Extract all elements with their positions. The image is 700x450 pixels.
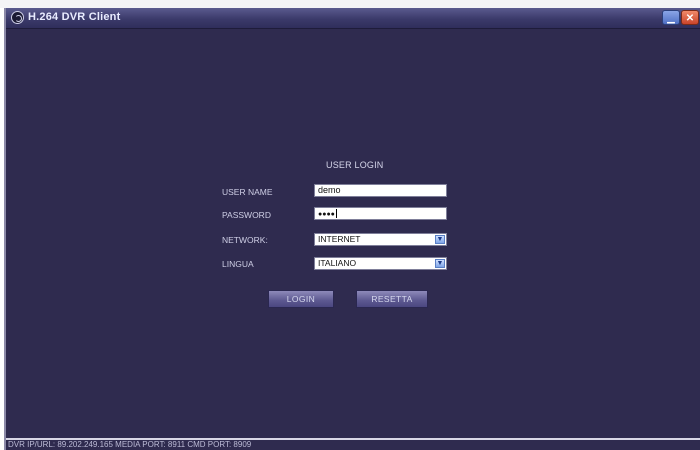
password-input[interactable]: ●●●●: [314, 207, 447, 220]
title-bar[interactable]: H.264 DVR Client ▁ ✕: [6, 8, 700, 29]
login-title: USER LOGIN: [326, 160, 384, 170]
network-select[interactable]: INTERNET ▼: [314, 233, 447, 246]
close-button[interactable]: ✕: [681, 10, 699, 25]
minimize-button[interactable]: ▁: [662, 10, 680, 25]
username-value: demo: [318, 185, 341, 195]
username-input[interactable]: demo: [314, 184, 447, 197]
reset-button[interactable]: RESETTA: [356, 290, 428, 308]
language-select[interactable]: ITALIANO ▼: [314, 257, 447, 270]
language-label: LINGUA: [222, 259, 254, 269]
network-value: INTERNET: [318, 234, 361, 244]
text-caret: [335, 209, 337, 219]
chevron-down-icon[interactable]: ▼: [435, 235, 445, 244]
login-button[interactable]: LOGIN: [268, 290, 334, 308]
password-label: PASSWORD: [222, 210, 271, 220]
network-label: NETWORK:: [222, 235, 268, 245]
status-bar: DVR IP/URL: 89.202.249.165 MEDIA PORT: 8…: [6, 440, 700, 450]
chevron-down-icon[interactable]: ▼: [435, 259, 445, 268]
minimize-icon: ▁: [667, 13, 675, 24]
close-icon: ✕: [685, 13, 695, 24]
desktop-top-strip: [0, 0, 700, 8]
password-mask: ●●●●: [318, 211, 335, 218]
username-label: USER NAME: [222, 187, 273, 197]
language-value: ITALIANO: [318, 258, 357, 268]
app-logo-icon: [11, 11, 24, 24]
dvr-client-window: H.264 DVR Client ▁ ✕ USER LOGIN USER NAM…: [4, 8, 700, 450]
window-title: H.264 DVR Client: [28, 11, 121, 23]
